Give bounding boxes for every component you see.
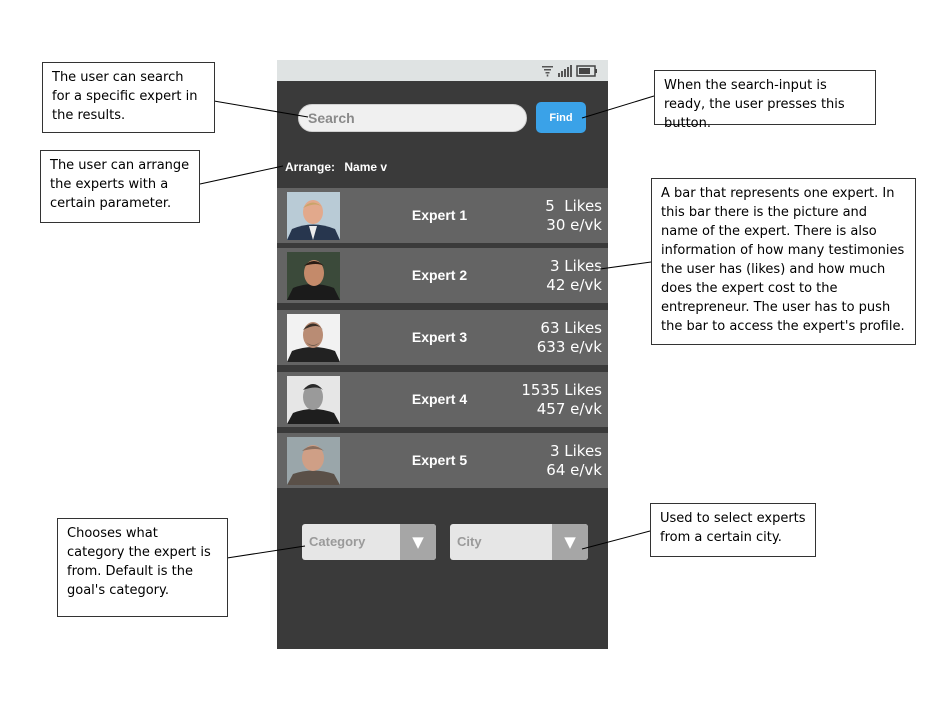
expert-cost: 42 e/vk bbox=[546, 276, 602, 294]
expert-name: Expert 5 bbox=[411, 452, 468, 468]
expert-likes: 1535 Likes bbox=[521, 381, 602, 399]
expert-photo bbox=[287, 192, 340, 240]
status-bar bbox=[277, 60, 608, 81]
category-select[interactable]: Category ▼ bbox=[302, 524, 436, 560]
arrange-label: Arrange: bbox=[285, 160, 336, 174]
expert-likes: 3 Likes bbox=[549, 442, 602, 460]
triangle-down-icon: ▼ bbox=[552, 524, 588, 560]
category-label: Category bbox=[309, 534, 366, 549]
expert-cost: 64 e/vk bbox=[546, 461, 602, 479]
expert-name: Expert 1 bbox=[411, 207, 468, 223]
city-select[interactable]: City ▼ bbox=[450, 524, 588, 560]
expert-photo bbox=[287, 376, 340, 424]
expert-photo bbox=[287, 314, 340, 362]
triangle-down-icon: ▼ bbox=[400, 524, 436, 560]
callout-city: Used to select experts from a certain ci… bbox=[650, 503, 816, 557]
expert-cost: 633 e/vk bbox=[536, 338, 602, 356]
expert-photo bbox=[287, 252, 340, 300]
callout-find: When the search-input is ready, the user… bbox=[654, 70, 876, 131]
wifi-icon bbox=[542, 66, 553, 77]
expert-stats: 1535 Likes 457 e/vk bbox=[521, 381, 602, 419]
expert-cost: 30 e/vk bbox=[546, 216, 602, 234]
find-button[interactable]: Find bbox=[536, 102, 586, 133]
expert-name: Expert 4 bbox=[411, 391, 468, 407]
expert-row[interactable]: Expert 4 1535 Likes 457 e/vk bbox=[277, 372, 608, 427]
expert-row[interactable]: Expert 1 5 Likes 30 e/vk bbox=[277, 188, 608, 243]
callout-search: The user can search for a specific exper… bbox=[42, 62, 215, 133]
expert-likes: 5 Likes bbox=[545, 197, 602, 215]
expert-stats: 63 Likes 633 e/vk bbox=[537, 319, 602, 357]
callout-category: Chooses what category the expert is from… bbox=[57, 518, 228, 617]
arrange-dropdown[interactable]: Name v bbox=[344, 160, 387, 174]
expert-stats: 3 Likes 64 e/vk bbox=[546, 442, 602, 480]
expert-row[interactable]: Expert 3 63 Likes 633 e/vk bbox=[277, 310, 608, 365]
expert-likes: 63 Likes bbox=[540, 319, 602, 337]
expert-name: Expert 2 bbox=[411, 267, 468, 283]
search-input[interactable] bbox=[298, 104, 527, 132]
phone-screen: Find Arrange: Name v Expert 1 5 Likes 30… bbox=[277, 60, 608, 649]
signal-icon bbox=[558, 65, 572, 77]
expert-row[interactable]: Expert 5 3 Likes 64 e/vk bbox=[277, 433, 608, 488]
expert-likes: 3 Likes bbox=[549, 257, 602, 275]
arrange-control: Arrange: Name v bbox=[285, 160, 387, 174]
city-label: City bbox=[457, 534, 482, 549]
expert-row[interactable]: Expert 2 3 Likes 42 e/vk bbox=[277, 248, 608, 303]
expert-photo bbox=[287, 437, 340, 485]
expert-stats: 3 Likes 42 e/vk bbox=[546, 257, 602, 295]
battery-icon bbox=[576, 65, 597, 77]
expert-cost: 457 e/vk bbox=[536, 400, 602, 418]
expert-name: Expert 3 bbox=[411, 329, 468, 345]
callout-expert-bar: A bar that represents one expert. In thi… bbox=[651, 178, 916, 345]
expert-stats: 5 Likes 30 e/vk bbox=[545, 197, 602, 235]
callout-arrange: The user can arrange the experts with a … bbox=[40, 150, 200, 223]
